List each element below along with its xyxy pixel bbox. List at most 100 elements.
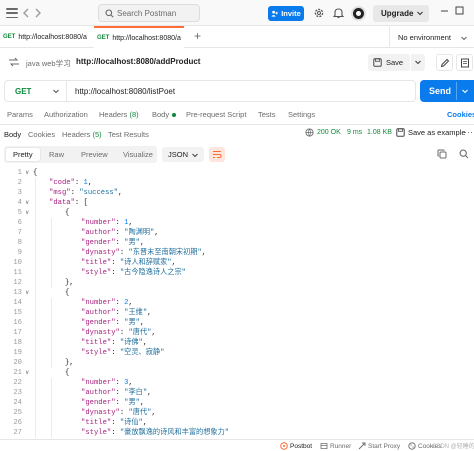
start-proxy-button[interactable]: Start Proxy bbox=[358, 442, 400, 450]
maximize-icon[interactable] bbox=[455, 6, 464, 15]
save-as-example-button[interactable]: Save as example bbox=[396, 128, 466, 137]
code-line: 2 "code": 1, bbox=[0, 178, 474, 188]
copy-icon[interactable] bbox=[437, 149, 447, 161]
more-options-icon[interactable]: ··· bbox=[464, 127, 473, 137]
json-key: "dynasty" bbox=[81, 329, 120, 337]
wrap-lines-button[interactable] bbox=[209, 147, 225, 162]
send-label: Send bbox=[429, 86, 452, 96]
code-content: "number": 2, bbox=[81, 298, 133, 308]
body-set-dot-icon bbox=[172, 113, 177, 118]
response-time[interactable]: 9 ms bbox=[347, 129, 362, 136]
environment-select[interactable]: No environment bbox=[389, 27, 474, 48]
response-size[interactable]: 1.08 KB bbox=[367, 129, 392, 136]
runner-button[interactable]: Runner bbox=[320, 442, 351, 450]
tab-body[interactable]: Body bbox=[152, 110, 177, 119]
code-line: 18 "title": "诗佛", bbox=[0, 338, 474, 348]
invite-label: Invite bbox=[281, 9, 301, 18]
cookies-link[interactable]: Cookies bbox=[447, 110, 474, 119]
view-raw[interactable]: Raw bbox=[42, 148, 71, 161]
documentation-button[interactable] bbox=[456, 54, 473, 71]
edit-button[interactable] bbox=[436, 54, 453, 71]
line-number: 23 bbox=[13, 389, 22, 397]
json-punct: { bbox=[33, 169, 38, 177]
view-visualize[interactable]: Visualize bbox=[116, 148, 160, 161]
save-options-button[interactable] bbox=[411, 54, 425, 71]
invite-button[interactable]: Invite bbox=[268, 6, 304, 21]
code-line: 25 "dynasty": "唐代", bbox=[0, 408, 474, 418]
tab-headers[interactable]: Headers (8) bbox=[99, 110, 139, 119]
code-line: 11 "style": "古今隐逸诗人之宗" bbox=[0, 268, 474, 278]
json-punct: : bbox=[111, 429, 120, 437]
tab-settings[interactable]: Settings bbox=[288, 110, 315, 119]
json-punct: , bbox=[128, 299, 133, 307]
save-disk-icon bbox=[396, 128, 405, 137]
json-punct: , bbox=[147, 309, 152, 317]
json-string: "诗人和辞赋家" bbox=[119, 259, 172, 267]
postbot-button[interactable]: Postbot bbox=[280, 442, 312, 450]
settings-gear-icon[interactable] bbox=[313, 7, 325, 19]
response-tab-headers-label: Headers bbox=[62, 130, 91, 139]
url-bar: GET bbox=[4, 80, 416, 102]
code-content: "author": "王维", bbox=[81, 308, 152, 318]
json-key: "number" bbox=[81, 299, 116, 307]
json-string: "王维" bbox=[124, 309, 148, 317]
request-tabs: Params Authorization Headers (8) Body Pr… bbox=[0, 106, 474, 124]
tab-tests[interactable]: Tests bbox=[258, 110, 276, 119]
send-button[interactable]: Send bbox=[420, 80, 474, 102]
json-key: "dynasty" bbox=[81, 409, 120, 417]
breadcrumb-request-name[interactable]: http://localhost:8080/addProduct bbox=[76, 57, 200, 66]
http-request-icon bbox=[8, 57, 20, 69]
code-content: "dynasty": "东晋末至南朝宋初期", bbox=[81, 248, 206, 258]
code-content: "author": "李白", bbox=[81, 388, 152, 398]
view-pretty[interactable]: Pretty bbox=[6, 148, 40, 161]
json-key: "author" bbox=[81, 309, 116, 317]
line-number: 14 bbox=[13, 299, 22, 307]
request-tab-active[interactable]: GET http://localhost:8080/a bbox=[94, 26, 184, 48]
chevron-down-icon[interactable] bbox=[461, 87, 469, 95]
json-key: "dynasty" bbox=[81, 249, 120, 257]
status-bar: Postbot Runner Start Proxy Cookies CSDN … bbox=[0, 439, 474, 451]
notification-bell-icon[interactable] bbox=[333, 7, 344, 19]
menu-icon[interactable] bbox=[6, 8, 18, 18]
json-string: "男" bbox=[124, 239, 140, 247]
fold-toggle-icon[interactable]: ∨ bbox=[25, 208, 29, 218]
response-body-code[interactable]: 1 ∨{2 "code": 1, 3 "msg": "success", 4 ∨ "data"… bbox=[0, 167, 474, 439]
search-input[interactable]: Search Postman bbox=[98, 4, 200, 22]
chevron-left-icon[interactable] bbox=[22, 8, 30, 18]
json-punct: : bbox=[115, 379, 125, 387]
json-key: "code" bbox=[49, 179, 75, 187]
line-number: 25 bbox=[13, 409, 22, 417]
code-line: 8 "gender": "男", bbox=[0, 238, 474, 248]
save-button[interactable]: Save bbox=[368, 54, 410, 71]
avatar[interactable] bbox=[351, 6, 366, 21]
response-tab-headers[interactable]: Headers (5) bbox=[62, 130, 102, 139]
json-key: "author" bbox=[81, 229, 116, 237]
response-tab-body[interactable]: Body bbox=[4, 130, 21, 139]
json-punct: , bbox=[139, 239, 145, 247]
tab-prerequest-script[interactable]: Pre-request Script bbox=[186, 110, 246, 119]
tab-authorization[interactable]: Authorization bbox=[44, 110, 88, 119]
response-tab-cookies[interactable]: Cookies bbox=[28, 130, 55, 139]
response-status[interactable]: 200 OK bbox=[317, 129, 341, 136]
runner-label: Runner bbox=[330, 442, 352, 450]
new-tab-plus-icon[interactable]: + bbox=[194, 29, 201, 43]
url-input[interactable] bbox=[75, 81, 405, 101]
fold-toggle-icon[interactable]: ∨ bbox=[25, 198, 29, 208]
fold-toggle-icon[interactable]: ∨ bbox=[25, 288, 29, 298]
code-content: "gender": "男", bbox=[81, 398, 144, 408]
view-preview[interactable]: Preview bbox=[74, 148, 115, 161]
upgrade-button[interactable]: Upgrade bbox=[373, 5, 429, 22]
method-select[interactable]: GET bbox=[5, 81, 67, 101]
request-tab[interactable]: GET http://localhost:8080/a bbox=[3, 26, 87, 48]
search-icon[interactable] bbox=[459, 149, 469, 161]
tab-params[interactable]: Params bbox=[7, 110, 33, 119]
line-number: 21 bbox=[13, 369, 22, 377]
fold-toggle-icon[interactable]: ∨ bbox=[25, 168, 29, 178]
minimize-icon[interactable] bbox=[440, 6, 449, 15]
response-tab-test-results[interactable]: Test Results bbox=[108, 130, 149, 139]
fold-toggle-icon[interactable]: ∨ bbox=[25, 368, 29, 378]
chevron-right-icon[interactable] bbox=[34, 8, 42, 18]
format-select[interactable]: JSON bbox=[162, 147, 204, 162]
breadcrumb-collection[interactable]: java web学习 bbox=[26, 58, 71, 69]
method-value: GET bbox=[15, 86, 32, 96]
